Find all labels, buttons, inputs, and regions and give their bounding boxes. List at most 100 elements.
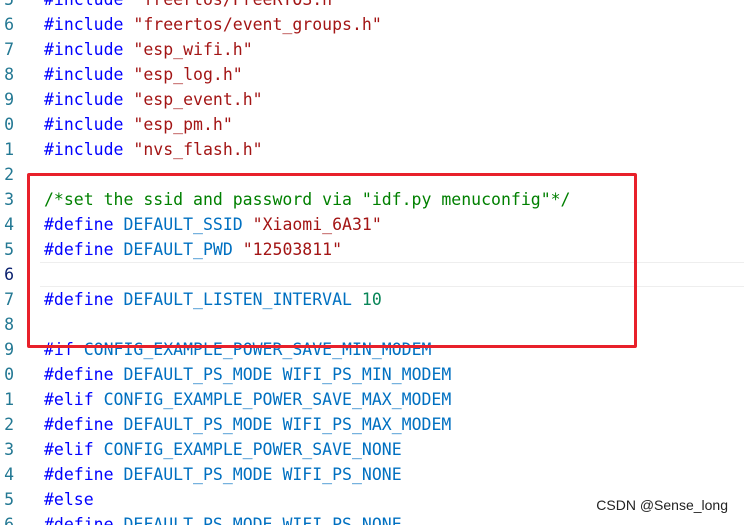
code-token: DEFAULT_SSID	[123, 215, 243, 234]
code-line[interactable]: 9 #if CONFIG_EXAMPLE_POWER_SAVE_MIN_MODEM	[0, 337, 744, 362]
code-line[interactable]: 3 /*set the ssid and password via "idf.py…	[0, 187, 744, 212]
code-line[interactable]: 0 #define DEFAULT_PS_MODE WIFI_PS_MIN_MOD…	[0, 362, 744, 387]
code-token: DEFAULT_LISTEN_INTERVAL	[123, 290, 352, 309]
code-line[interactable]: 9 #include "esp_event.h"	[0, 87, 744, 112]
code-line[interactable]: 7 #define DEFAULT_LISTEN_INTERVAL 10	[0, 287, 744, 312]
code-text: #elif CONFIG_EXAMPLE_POWER_SAVE_MAX_MODE…	[44, 387, 451, 412]
code-token: DEFAULT_PS_MODE	[123, 415, 273, 434]
line-number: 2	[4, 165, 14, 184]
code-line[interactable]: 8	[0, 312, 744, 337]
code-text: #include "freertos/FreeRTOS.h"	[44, 0, 342, 12]
line-number: 7	[4, 290, 14, 309]
code-line[interactable]: 2	[0, 162, 744, 187]
code-text: #define DEFAULT_PS_MODE WIFI_PS_NONE	[44, 512, 402, 525]
line-number: 1	[4, 140, 14, 159]
code-token: #else	[44, 490, 94, 509]
code-token: "esp_event.h"	[133, 90, 263, 109]
code-token: #include	[44, 115, 124, 134]
code-token: #elif	[44, 440, 94, 459]
code-token: CONFIG_EXAMPLE_POWER_SAVE_MIN_MODEM	[83, 340, 432, 359]
code-line[interactable]: 5 #include "freertos/FreeRTOS.h"	[0, 0, 744, 12]
code-token: "esp_wifi.h"	[133, 40, 253, 59]
code-lines: 5 #include "freertos/FreeRTOS.h" 6 #include…	[0, 0, 744, 525]
code-line[interactable]: 0 #include "esp_pm.h"	[0, 112, 744, 137]
code-text: #include "esp_log.h"	[44, 62, 243, 87]
code-line[interactable]: 6 #include "freertos/event_groups.h"	[0, 12, 744, 37]
code-text: #include "freertos/event_groups.h"	[44, 12, 382, 37]
code-line[interactable]: 1 #elif CONFIG_EXAMPLE_POWER_SAVE_MAX_MOD…	[0, 387, 744, 412]
code-text: /*set the ssid and password via "idf.py …	[44, 187, 571, 212]
code-token: #define	[44, 240, 114, 259]
code-text: #if CONFIG_EXAMPLE_POWER_SAVE_MIN_MODEM	[44, 337, 431, 362]
code-line[interactable]: 3 #elif CONFIG_EXAMPLE_POWER_SAVE_NONE	[0, 437, 744, 462]
line-number: 8	[4, 65, 14, 84]
code-token: CONFIG_EXAMPLE_POWER_SAVE_MAX_MODEM	[103, 390, 452, 409]
code-editor[interactable]: 5 #include "freertos/FreeRTOS.h" 6 #include…	[0, 0, 744, 525]
code-line[interactable]: 4 #define DEFAULT_SSID "Xiaomi_6A31"	[0, 212, 744, 237]
code-text: #define DEFAULT_LISTEN_INTERVAL 10	[44, 287, 382, 312]
code-token: "freertos/event_groups.h"	[133, 15, 382, 34]
code-token: WIFI_PS_NONE	[282, 465, 402, 484]
line-number: 4	[4, 465, 14, 484]
line-number: 4	[4, 215, 14, 234]
line-number: 7	[4, 40, 14, 59]
code-line[interactable]: 6	[0, 262, 744, 287]
line-number: 2	[4, 415, 14, 434]
code-token: "freertos/FreeRTOS.h"	[133, 0, 342, 9]
code-line[interactable]: 8 #include "esp_log.h"	[0, 62, 744, 87]
code-token: "12503811"	[242, 240, 343, 259]
code-line[interactable]: 1 #include "nvs_flash.h"	[0, 137, 744, 162]
line-number: 6	[4, 265, 14, 284]
code-line[interactable]: 5 #define DEFAULT_PWD "12503811"	[0, 237, 744, 262]
code-token: WIFI_PS_MAX_MODEM	[282, 415, 452, 434]
code-token: #include	[44, 90, 124, 109]
code-text: #include "nvs_flash.h"	[44, 137, 263, 162]
code-token: "Xiaomi_6A31"	[252, 215, 382, 234]
code-token: CONFIG_EXAMPLE_POWER_SAVE_NONE	[103, 440, 402, 459]
code-token: #define	[44, 465, 114, 484]
code-text: #else	[44, 487, 94, 512]
line-number: 6	[4, 515, 14, 525]
code-text: #define DEFAULT_PS_MODE WIFI_PS_MIN_MODE…	[44, 362, 451, 387]
line-number: 1	[4, 390, 14, 409]
code-line[interactable]: 4 #define DEFAULT_PS_MODE WIFI_PS_NONE	[0, 462, 744, 487]
line-number: 9	[4, 340, 14, 359]
code-text: #define DEFAULT_PS_MODE WIFI_PS_MAX_MODE…	[44, 412, 451, 437]
code-line[interactable]: 7 #include "esp_wifi.h"	[0, 37, 744, 62]
code-token: WIFI_PS_MIN_MODEM	[282, 365, 452, 384]
code-token: #define	[44, 290, 114, 309]
code-line[interactable]: 2 #define DEFAULT_PS_MODE WIFI_PS_MAX_MOD…	[0, 412, 744, 437]
line-number: 5	[0, 0, 14, 12]
line-number: 6	[4, 15, 14, 34]
code-line[interactable]: 6 #define DEFAULT_PS_MODE WIFI_PS_NONE	[0, 512, 744, 525]
code-text: #elif CONFIG_EXAMPLE_POWER_SAVE_NONE	[44, 437, 402, 462]
code-token: #define	[44, 415, 114, 434]
code-token: #include	[44, 15, 124, 34]
code-token: /*set the ssid and password via "idf.py …	[44, 190, 571, 209]
line-number: 0	[4, 115, 14, 134]
code-token: DEFAULT_PWD	[123, 240, 233, 259]
line-number: 3	[4, 440, 14, 459]
line-number: 9	[4, 90, 14, 109]
code-token: #define	[44, 365, 114, 384]
code-token: "esp_pm.h"	[133, 115, 233, 134]
line-number: 0	[4, 365, 14, 384]
code-token: #include	[44, 140, 124, 159]
line-number: 5	[4, 490, 14, 509]
watermark: CSDN @Sense_long	[594, 497, 730, 513]
